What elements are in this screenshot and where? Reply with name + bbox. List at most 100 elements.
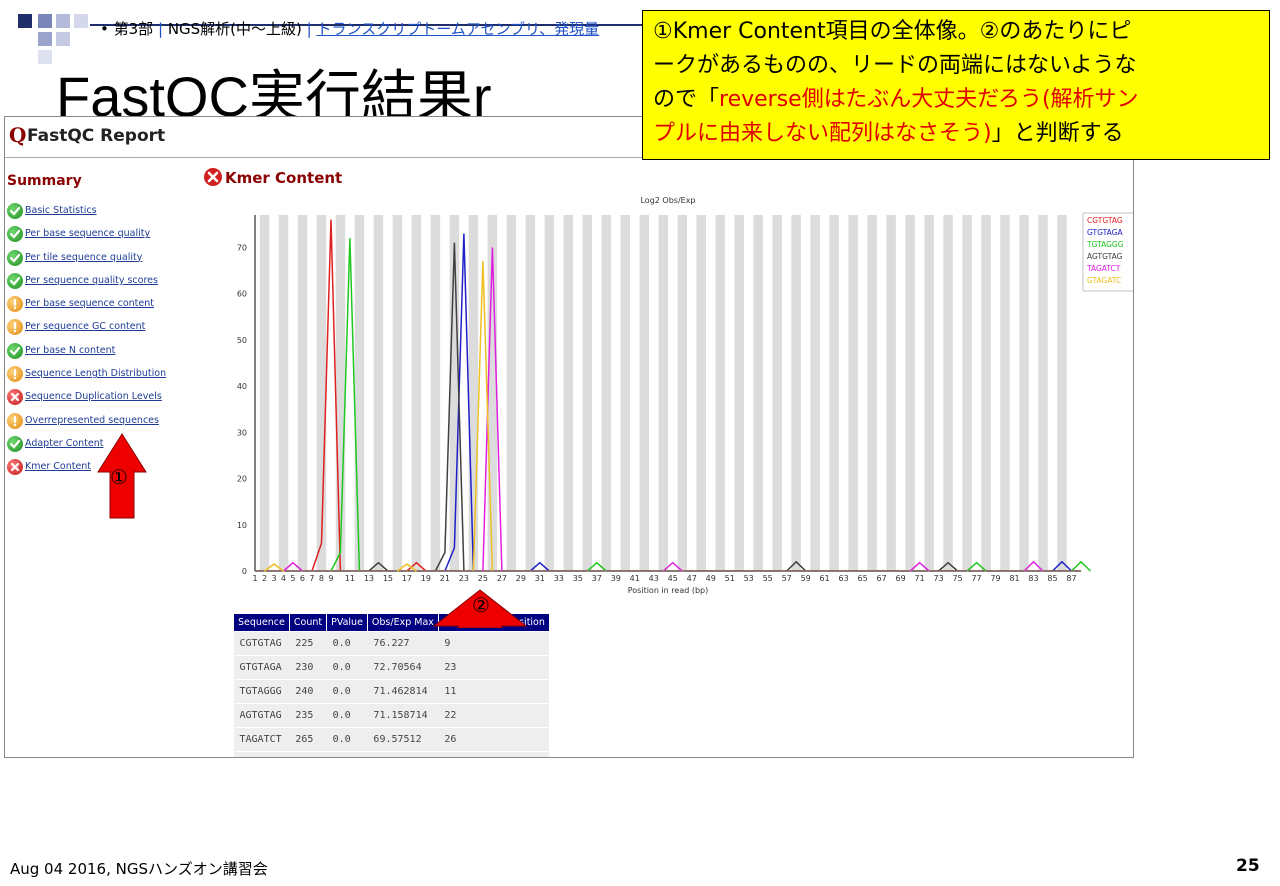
- table-cell: 71.462814: [367, 679, 439, 704]
- table-row: GTGTAGA 230 0.0 72.70564 23: [233, 655, 550, 680]
- y-tick-label: 60: [237, 290, 247, 299]
- y-tick-label: 30: [237, 428, 247, 437]
- table-row: GTAGATC2750.067.0451125: [233, 751, 550, 757]
- x-tick-label: 53: [744, 574, 754, 583]
- table-cell: 0.0: [326, 631, 368, 656]
- breadcrumb-course: NGS解析(中～上級): [167, 20, 302, 38]
- summary-item[interactable]: Basic Statistics: [5, 203, 166, 226]
- marker-two: ②: [472, 593, 490, 617]
- summary-item-link[interactable]: Sequence Duplication Levels: [25, 391, 162, 402]
- summary-item-link[interactable]: Per sequence quality scores: [25, 275, 158, 286]
- table-header-cell[interactable]: Obs/Exp Max: [366, 613, 439, 632]
- summary-item[interactable]: Per sequence GC content: [5, 319, 166, 342]
- x-tick-label: 19: [421, 574, 431, 583]
- summary-item-link[interactable]: Per base N content: [25, 345, 115, 356]
- y-tick-label: 40: [237, 382, 247, 391]
- summary-item[interactable]: Per tile sequence quality: [5, 249, 166, 273]
- summary-item-link[interactable]: Sequence Length Distribution: [25, 368, 166, 379]
- summary-item-link[interactable]: Adapter Content: [25, 438, 104, 449]
- summary-item[interactable]: Per base sequence quality: [5, 226, 166, 249]
- x-tick-label: 17: [402, 574, 412, 583]
- table-row: CGTGTAG 225 0.0 76.227 9: [233, 631, 550, 656]
- summary-item[interactable]: Sequence Duplication Levels: [5, 389, 166, 412]
- breadcrumb-link[interactable]: トランスクリプトームアセンブリ、発現量: [317, 20, 600, 38]
- chart-band: [867, 215, 877, 571]
- chart-band: [924, 215, 934, 571]
- table-cell: 0.0: [326, 727, 368, 752]
- chart-band: [772, 215, 782, 571]
- callout-line: ので「reverse側はたぶん大丈夫だろう(解析サン: [653, 83, 1259, 117]
- table-row: TAGATCT 265 0.0 69.57512 26: [233, 727, 550, 752]
- check-icon: [7, 435, 23, 452]
- table-cell: 25: [438, 751, 550, 757]
- legend-entry: CGTGTAG: [1087, 216, 1123, 225]
- summary-item-link[interactable]: Basic Statistics: [25, 205, 97, 216]
- y-tick-label: 20: [237, 475, 247, 484]
- kmer-content-chart: 0102030405060701 2 3 4 5 6 7 8 9 11 13 15 17 19 21 23 25…: [237, 196, 1133, 595]
- table-cell: GTAGATC: [233, 751, 290, 757]
- table-header-cell[interactable]: Count: [288, 613, 328, 632]
- table-body: CGTGTAG 225 0.0 76.227 9 GTGTAGA 230 0.0 72.7056…: [233, 631, 550, 757]
- chart-band: [848, 215, 858, 571]
- table-cell: 240: [289, 679, 327, 704]
- table-cell: 0.0: [326, 655, 368, 680]
- table-cell: 67.04511: [367, 751, 439, 757]
- page-number: 25: [1236, 856, 1260, 876]
- table-cell: 225: [289, 631, 327, 656]
- chart-band: [411, 215, 422, 571]
- summary-item-link[interactable]: Per sequence GC content: [25, 321, 145, 332]
- legend-entry: TGTAGGG: [1086, 240, 1124, 249]
- footer-text: Aug 04 2016, NGSハンズオン講習会: [10, 860, 268, 878]
- slide-decoration: [56, 14, 70, 28]
- x-tick-label: 77: [971, 574, 981, 583]
- x-tick-label: 67: [877, 574, 887, 583]
- chart-band: [392, 215, 403, 571]
- warning-icon: [7, 366, 23, 383]
- x-tick-label: 29: [516, 574, 526, 583]
- warning-icon: [7, 319, 23, 336]
- summary-item-link[interactable]: Overrepresented sequences: [25, 415, 159, 426]
- summary-item[interactable]: Per base sequence content: [5, 296, 166, 319]
- breadcrumb-separator: |: [306, 20, 312, 38]
- table-cell: 265: [289, 727, 327, 752]
- x-tick-label: 27: [497, 574, 507, 583]
- legend-entry: TAGATCT: [1086, 264, 1121, 273]
- table-cell: 230: [289, 655, 327, 680]
- x-tick-label: 49: [706, 574, 716, 583]
- x-tick-label: 75: [952, 574, 962, 583]
- summary-item-link[interactable]: Per base sequence content: [25, 298, 154, 309]
- table-cell: 9: [438, 631, 550, 656]
- table-cell: 0.0: [326, 751, 368, 757]
- table-cell: TAGATCT: [233, 727, 290, 752]
- chart-band: [962, 215, 972, 571]
- x-tick-label: 65: [858, 574, 868, 583]
- summary-item[interactable]: Per base N content: [5, 342, 166, 366]
- chart-band: [639, 215, 650, 571]
- warning-icon: [7, 296, 23, 313]
- x-tick-label: 39: [611, 574, 621, 583]
- x-tick-label: 55: [763, 574, 773, 583]
- x-tick-label: 4: [281, 574, 286, 583]
- chart-band: [829, 215, 839, 571]
- chart-title: Log2 Obs/Exp: [640, 196, 695, 205]
- table-cell: 71.158714: [367, 703, 439, 728]
- chart-band: [259, 215, 270, 571]
- callout-box: ①Kmer Content項目の全体像。②のあたりにピ ークがあるものの、リード…: [642, 10, 1270, 160]
- summary-item[interactable]: Sequence Length Distribution: [5, 366, 166, 389]
- summary-item-link[interactable]: Per base sequence quality: [25, 228, 150, 239]
- x-tick-label: 61: [820, 574, 830, 583]
- x-tick-label: 51: [725, 574, 735, 583]
- summary-item[interactable]: Per sequence quality scores: [5, 272, 166, 296]
- chart-band: [810, 215, 820, 571]
- x-tick-label: 11: [345, 574, 355, 583]
- summary-item-link[interactable]: Per tile sequence quality: [25, 252, 142, 263]
- x-tick-label: 3: [271, 574, 276, 583]
- slide-decoration: [74, 14, 88, 28]
- table-header-cell[interactable]: Sequence: [233, 613, 290, 632]
- table-cell: 72.70564: [367, 655, 439, 680]
- x-tick-label: 15: [383, 574, 393, 583]
- table-cell: 0.0: [326, 703, 368, 728]
- summary-item-link[interactable]: Kmer Content: [25, 461, 91, 472]
- x-tick-label: 59: [801, 574, 811, 583]
- table-header-cell[interactable]: PValue: [326, 613, 368, 632]
